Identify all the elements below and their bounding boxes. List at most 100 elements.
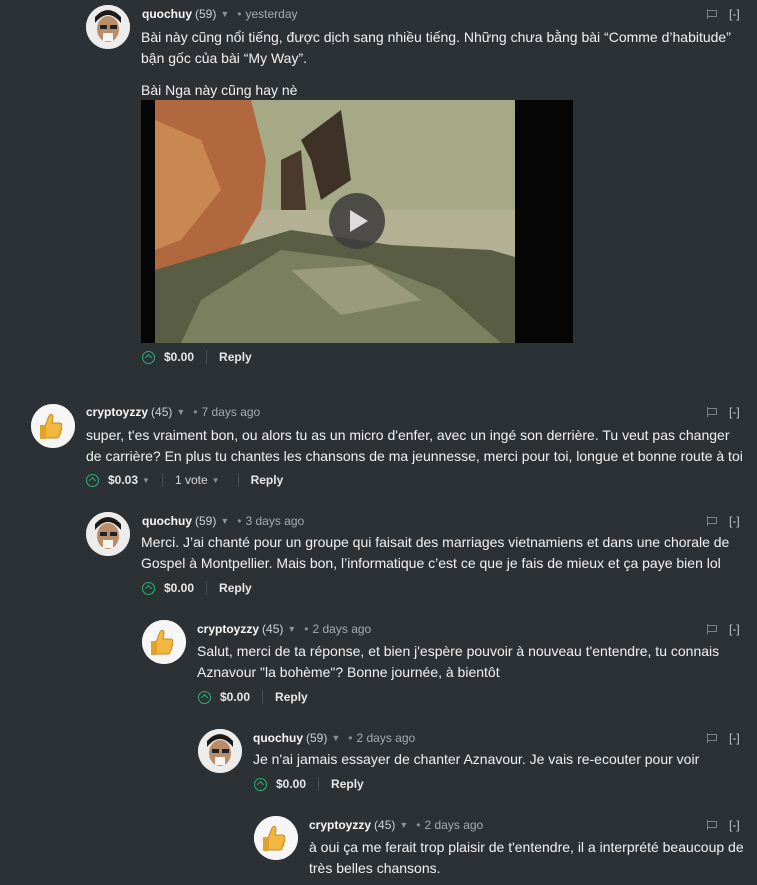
payout-value[interactable]: $0.00 xyxy=(164,581,194,595)
reply-button[interactable]: Reply xyxy=(275,690,308,704)
reputation: (59) xyxy=(306,731,328,745)
comment-actions: [-] xyxy=(707,621,740,637)
timestamp-link[interactable]: yesterday xyxy=(245,7,297,21)
timestamp-link[interactable]: 2 days ago xyxy=(425,818,484,832)
reputation: (59) xyxy=(195,514,217,528)
comment-text: Salut, merci de ta réponse, et bien j'es… xyxy=(197,643,720,680)
embedded-video[interactable] xyxy=(141,100,573,343)
comment-body: Bài này cũng nổi tiếng, được dịch sang n… xyxy=(141,27,746,101)
comment-actions: [-] xyxy=(707,730,740,746)
divider xyxy=(262,690,264,704)
author-link[interactable]: cryptoyzzy xyxy=(86,405,148,419)
flag-icon[interactable] xyxy=(707,733,717,743)
comment-actions: [-] xyxy=(707,513,740,529)
comment-header: quochuy (59) ▼ • 2 days ago xyxy=(253,730,415,746)
payout-value[interactable]: $0.00 xyxy=(220,690,250,704)
separator-dot: • xyxy=(237,514,242,528)
comment-actions: [-] xyxy=(707,817,740,833)
flag-icon[interactable] xyxy=(707,820,717,830)
comment-footer: $0.00 Reply xyxy=(142,348,252,366)
comment-footer: $0.00 Reply xyxy=(254,775,364,793)
timestamp-link[interactable]: 7 days ago xyxy=(202,405,261,419)
reputation: (45) xyxy=(151,405,173,419)
author-link[interactable]: quochuy xyxy=(142,514,192,528)
comment-footer: $0.03 ▼ 1 vote ▼ Reply xyxy=(86,471,283,489)
separator-dot: • xyxy=(304,622,309,636)
author-menu-caret-icon[interactable]: ▼ xyxy=(176,407,185,417)
comment-text: à oui ça me ferait trop plaisir de t'ent… xyxy=(309,839,744,876)
comment-header: cryptoyzzy (45) ▼ • 7 days ago xyxy=(86,404,260,420)
comment-header: cryptoyzzy (45) ▼ • 2 days ago xyxy=(197,621,371,637)
payout-value[interactable]: $0.03 xyxy=(108,473,138,487)
payout-value[interactable]: $0.00 xyxy=(276,777,306,791)
timestamp-link[interactable]: 2 days ago xyxy=(356,731,415,745)
collapse-button[interactable]: [-] xyxy=(729,405,740,419)
payout-caret-icon[interactable]: ▼ xyxy=(142,476,150,485)
avatar[interactable] xyxy=(254,816,298,860)
comment-text: Bài Nga này cũng hay nè xyxy=(141,82,298,98)
comment-actions: [-] xyxy=(707,404,740,420)
flag-icon[interactable] xyxy=(707,516,717,526)
separator-dot: • xyxy=(237,7,242,21)
avatar[interactable] xyxy=(86,5,130,49)
separator-dot: • xyxy=(348,731,353,745)
upvote-icon[interactable] xyxy=(254,777,267,791)
reputation: (59) xyxy=(195,7,217,21)
avatar[interactable] xyxy=(198,729,242,773)
author-menu-caret-icon[interactable]: ▼ xyxy=(220,516,229,526)
avatar[interactable] xyxy=(31,404,75,448)
comment-text: Je n'ai jamais essayer de chanter Aznavo… xyxy=(253,751,700,767)
comment-footer: $0.00 Reply xyxy=(198,688,308,706)
collapse-button[interactable]: [-] xyxy=(729,818,740,832)
reputation: (45) xyxy=(262,622,284,636)
avatar[interactable] xyxy=(142,620,186,664)
upvote-icon[interactable] xyxy=(142,350,155,364)
votes-caret-icon[interactable]: ▼ xyxy=(212,476,220,485)
divider xyxy=(318,777,320,791)
comment-header: quochuy (59) ▼ • 3 days ago xyxy=(142,513,304,529)
vote-count[interactable]: 1 vote xyxy=(175,473,208,487)
comment-text: Bài này cũng nổi tiếng, được dịch sang n… xyxy=(141,29,731,66)
comment-header: quochuy (59) ▼ • yesterday xyxy=(142,6,298,22)
author-menu-caret-icon[interactable]: ▼ xyxy=(399,820,408,830)
collapse-button[interactable]: [-] xyxy=(729,514,740,528)
timestamp-link[interactable]: 2 days ago xyxy=(313,622,372,636)
upvote-icon[interactable] xyxy=(198,690,211,704)
author-link[interactable]: quochuy xyxy=(253,731,303,745)
author-link[interactable]: quochuy xyxy=(142,7,192,21)
comment-text: super, t'es vraiment bon, ou alors tu as… xyxy=(86,427,743,464)
flag-icon[interactable] xyxy=(707,624,717,634)
author-link[interactable]: cryptoyzzy xyxy=(197,622,259,636)
payout-value[interactable]: $0.00 xyxy=(164,350,194,364)
author-link[interactable]: cryptoyzzy xyxy=(309,818,371,832)
collapse-button[interactable]: [-] xyxy=(729,622,740,636)
reputation: (45) xyxy=(374,818,396,832)
comment-body: super, t'es vraiment bon, ou alors tu as… xyxy=(86,425,746,467)
comment-text: Merci. J’ai chanté pour un groupe qui fa… xyxy=(141,534,730,571)
upvote-icon[interactable] xyxy=(86,473,99,487)
avatar[interactable] xyxy=(86,512,130,556)
divider xyxy=(161,473,163,487)
upvote-icon[interactable] xyxy=(142,581,155,595)
author-menu-caret-icon[interactable]: ▼ xyxy=(287,624,296,634)
timestamp-link[interactable]: 3 days ago xyxy=(245,514,304,528)
author-menu-caret-icon[interactable]: ▼ xyxy=(331,733,340,743)
collapse-button[interactable]: [-] xyxy=(729,7,740,21)
author-menu-caret-icon[interactable]: ▼ xyxy=(220,9,229,19)
reply-button[interactable]: Reply xyxy=(219,581,252,595)
collapse-button[interactable]: [-] xyxy=(729,731,740,745)
comment-body: à oui ça me ferait trop plaisir de t'ent… xyxy=(309,837,746,879)
divider xyxy=(206,350,208,364)
reply-button[interactable]: Reply xyxy=(331,777,364,791)
comment-footer: $0.00 Reply xyxy=(142,579,252,597)
flag-icon[interactable] xyxy=(707,9,717,19)
flag-icon[interactable] xyxy=(707,407,717,417)
reply-button[interactable]: Reply xyxy=(219,350,252,364)
reply-button[interactable]: Reply xyxy=(251,473,284,487)
comment-actions: [-] xyxy=(707,6,740,22)
separator-dot: • xyxy=(193,405,198,419)
comment-body: Salut, merci de ta réponse, et bien j'es… xyxy=(197,641,746,683)
play-icon[interactable] xyxy=(329,193,385,249)
separator-dot: • xyxy=(416,818,421,832)
divider xyxy=(237,473,239,487)
